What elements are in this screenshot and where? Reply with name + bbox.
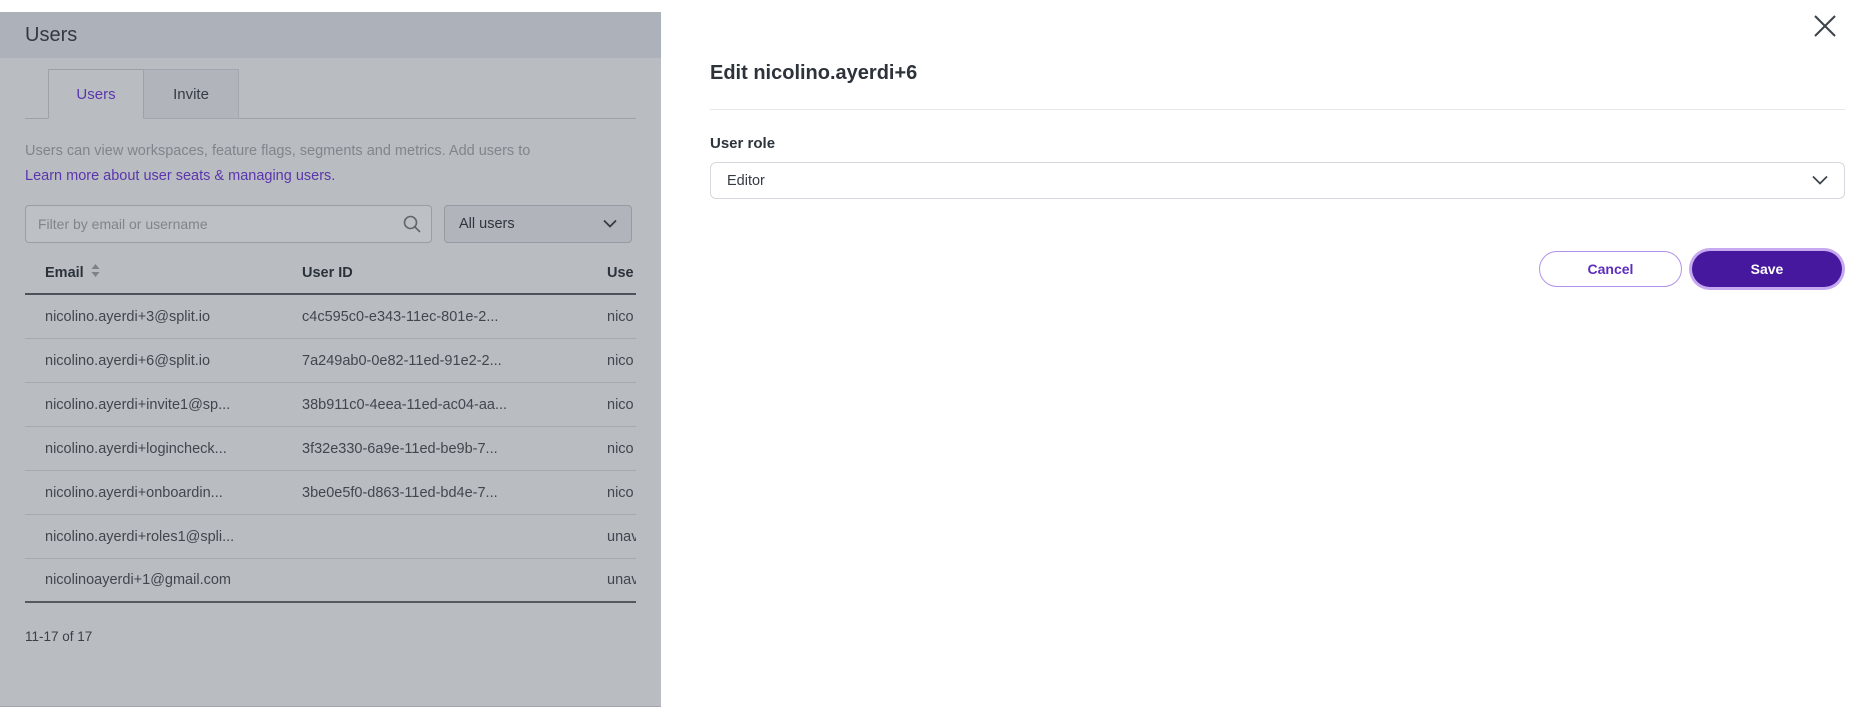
page-title: Users bbox=[25, 24, 77, 47]
pagination-status: 11-17 of 17 bbox=[25, 629, 636, 644]
cell-user: unav bbox=[607, 529, 636, 545]
tab-invite-label: Invite bbox=[173, 86, 209, 103]
cell-user: nico bbox=[607, 397, 636, 413]
tab-bar: Users Invite bbox=[25, 68, 636, 119]
table-row[interactable]: nicolino.ayerdi+3@split.io c4c595c0-e343… bbox=[25, 295, 636, 339]
table-row[interactable]: nicolinoayerdi+1@gmail.com unav bbox=[25, 559, 636, 603]
tab-invite[interactable]: Invite bbox=[144, 69, 239, 119]
column-header-user[interactable]: Use bbox=[607, 265, 636, 281]
learn-more-link[interactable]: Learn more about user seats & managing u… bbox=[25, 168, 335, 184]
cell-email: nicolinoayerdi+1@gmail.com bbox=[25, 572, 302, 588]
users-description: Users can view workspaces, feature flags… bbox=[25, 143, 636, 159]
cell-email: nicolino.ayerdi+logincheck... bbox=[25, 441, 302, 457]
user-role-select[interactable]: Editor bbox=[710, 162, 1845, 199]
column-header-email[interactable]: Email bbox=[45, 265, 84, 281]
user-role-label: User role bbox=[710, 135, 1845, 152]
tab-users-label: Users bbox=[76, 86, 115, 103]
save-button[interactable]: Save bbox=[1692, 251, 1842, 287]
filter-input[interactable] bbox=[25, 205, 432, 243]
modal-title: Edit nicolino.ayerdi+6 bbox=[710, 0, 1845, 85]
search-icon bbox=[402, 214, 422, 239]
table-row[interactable]: nicolino.ayerdi+invite1@sp... 38b911c0-4… bbox=[25, 383, 636, 427]
cell-user-id: c4c595c0-e343-11ec-801e-2... bbox=[302, 309, 607, 325]
cell-user-id: 3f32e330-6a9e-11ed-be9b-7... bbox=[302, 441, 607, 457]
users-filter-dropdown[interactable]: All users bbox=[444, 205, 632, 243]
cell-email: nicolino.ayerdi+6@split.io bbox=[25, 353, 302, 369]
cancel-button[interactable]: Cancel bbox=[1539, 251, 1682, 287]
cell-user: nico bbox=[607, 353, 636, 369]
cell-email: nicolino.ayerdi+invite1@sp... bbox=[25, 397, 302, 413]
user-role-value: Editor bbox=[727, 173, 765, 189]
cell-user-id: 7a249ab0-0e82-11ed-91e2-2... bbox=[302, 353, 607, 369]
users-table: Email User ID Use nicolino.ayerdi+3@spli… bbox=[25, 252, 636, 603]
close-button[interactable] bbox=[1809, 11, 1841, 43]
cell-user: unav bbox=[607, 572, 636, 588]
cell-user-id: 3be0e5f0-d863-11ed-bd4e-7... bbox=[302, 485, 607, 501]
table-header-row: Email User ID Use bbox=[25, 252, 636, 295]
users-page-dimmed: Users Users Invite Users can view worksp… bbox=[0, 12, 661, 707]
cell-email: nicolino.ayerdi+roles1@spli... bbox=[25, 529, 302, 545]
table-row[interactable]: nicolino.ayerdi+onboardin... 3be0e5f0-d8… bbox=[25, 471, 636, 515]
page-header: Users bbox=[0, 12, 661, 58]
users-filter-value: All users bbox=[459, 216, 515, 232]
cell-user: nico bbox=[607, 441, 636, 457]
table-row[interactable]: nicolino.ayerdi+6@split.io 7a249ab0-0e82… bbox=[25, 339, 636, 383]
sort-icon[interactable] bbox=[91, 264, 100, 281]
cell-email: nicolino.ayerdi+3@split.io bbox=[25, 309, 302, 325]
column-header-user-id[interactable]: User ID bbox=[302, 265, 607, 281]
edit-user-modal: Edit nicolino.ayerdi+6 User role Editor … bbox=[661, 0, 1856, 716]
cell-user-id: 38b911c0-4eea-11ed-ac04-aa... bbox=[302, 397, 607, 413]
tab-users[interactable]: Users bbox=[48, 69, 144, 119]
table-row[interactable]: nicolino.ayerdi+roles1@spli... unav bbox=[25, 515, 636, 559]
table-row[interactable]: nicolino.ayerdi+logincheck... 3f32e330-6… bbox=[25, 427, 636, 471]
chevron-down-icon bbox=[1812, 173, 1828, 189]
cell-user: nico bbox=[607, 309, 636, 325]
chevron-down-icon bbox=[603, 216, 617, 232]
close-icon bbox=[1812, 13, 1838, 42]
cell-email: nicolino.ayerdi+onboardin... bbox=[25, 485, 302, 501]
filter-search-box bbox=[25, 205, 432, 243]
divider bbox=[710, 109, 1845, 110]
cell-user: nico bbox=[607, 485, 636, 501]
